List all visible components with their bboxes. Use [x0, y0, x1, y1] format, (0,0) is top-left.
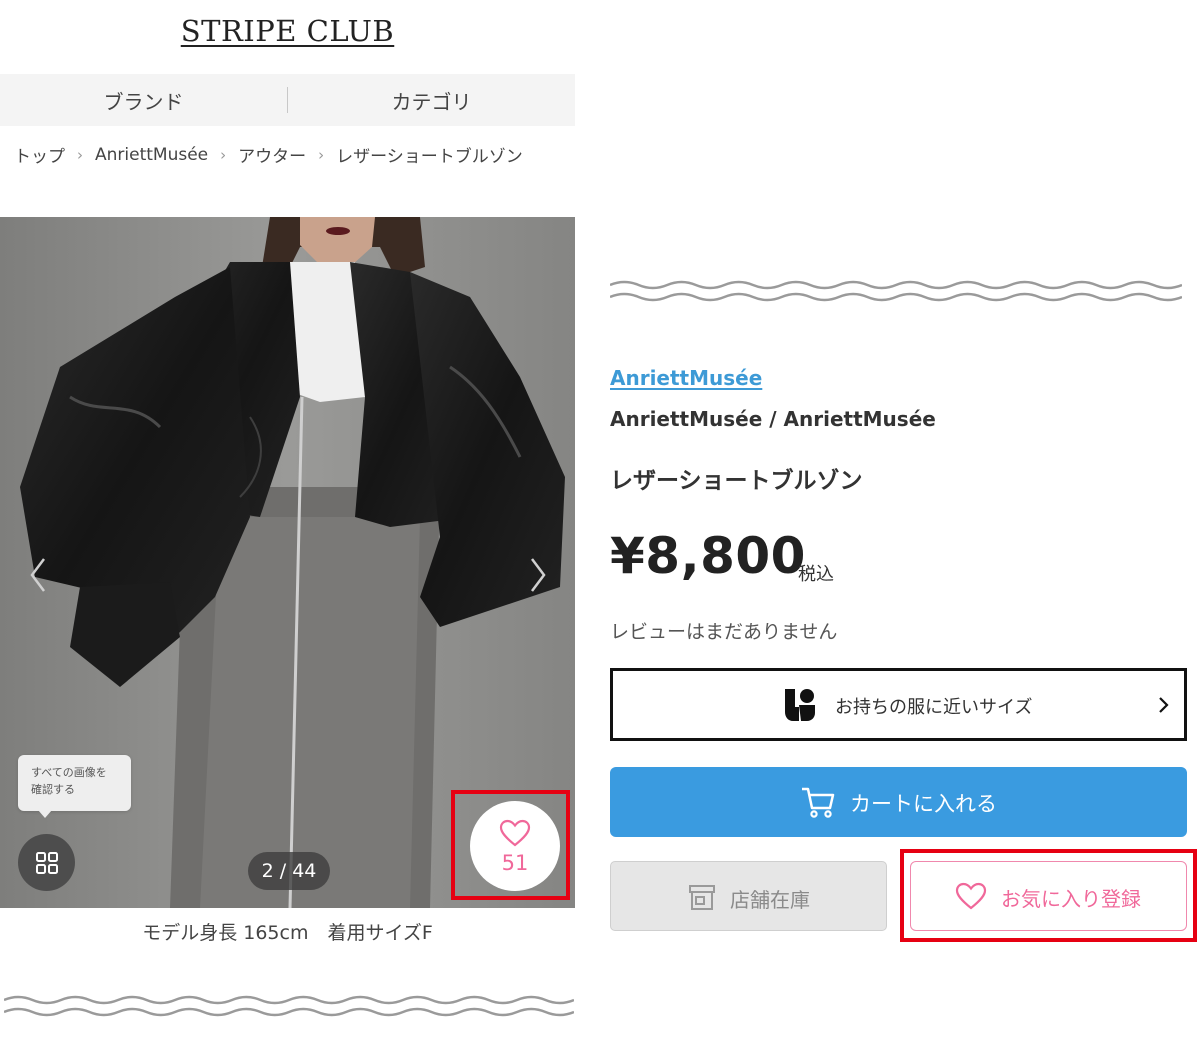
nav-brand[interactable]: ブランド [0, 86, 287, 115]
store-icon [689, 885, 715, 910]
review-status: レビューはまだありません [610, 621, 838, 643]
cart-button-label: カートに入れる [850, 792, 997, 816]
model-info-caption: モデル身長 165cm 着用サイズF [142, 922, 433, 944]
product-price: ¥8,800 [610, 527, 806, 585]
breadcrumb-category[interactable]: アウター [238, 142, 306, 167]
breadcrumb-separator-icon: › [77, 145, 83, 164]
view-all-images-tooltip: すべての画像を 確認する [18, 755, 131, 818]
add-to-favorites-button[interactable]: お気に入り登録 [910, 861, 1187, 931]
brand-link[interactable]: AnriettMusée [610, 366, 762, 390]
grid-icon [35, 851, 58, 874]
add-to-cart-button[interactable]: カートに入れる [610, 767, 1187, 837]
tooltip-line: 確認する [31, 783, 75, 796]
site-logo[interactable]: STRIPE CLUB [0, 14, 575, 48]
next-image-arrow-icon[interactable] [526, 555, 550, 595]
nav-category[interactable]: カテゴリ [288, 86, 575, 115]
size-recommendation-button[interactable]: お持ちの服に近いサイズ [610, 668, 1187, 741]
size-service-logo-icon [785, 689, 815, 721]
tax-label: 税込 [798, 564, 834, 585]
breadcrumb-top[interactable]: トップ [14, 142, 65, 167]
product-gallery-panel: STRIPE CLUB ブランド カテゴリ トップ › AnriettMusée… [0, 0, 575, 1043]
chevron-right-icon [1159, 697, 1169, 713]
cart-icon [802, 787, 835, 818]
breadcrumb-separator-icon: › [220, 145, 227, 164]
store-stock-label: 店舗在庫 [730, 888, 810, 912]
main-nav: ブランド カテゴリ [0, 74, 575, 126]
breadcrumb-separator-icon: › [318, 145, 325, 164]
size-button-label: お持ちの服に近いサイズ [835, 697, 1033, 718]
product-title: レザーショートブルゾン [610, 468, 863, 494]
image-counter: 2 / 44 [248, 852, 330, 890]
wave-divider [4, 995, 574, 1017]
favorite-badge-button[interactable]: 51 [470, 801, 560, 891]
store-stock-button[interactable]: 店舗在庫 [610, 861, 887, 931]
prev-image-arrow-icon[interactable] [26, 555, 50, 595]
wave-divider [610, 280, 1182, 302]
breadcrumb-current: レザーショートブルゾン [336, 147, 523, 167]
breadcrumb: トップ › AnriettMusée › アウター › レザーショートブルゾン [14, 142, 523, 168]
view-all-images-button[interactable] [18, 834, 75, 891]
heart-icon [955, 882, 987, 910]
brand-line: AnriettMusée / AnriettMusée [610, 407, 936, 431]
favorite-count: 51 [501, 851, 529, 875]
favorite-button-label: お気に入り登録 [1001, 887, 1141, 911]
heart-icon [499, 819, 531, 847]
breadcrumb-brand[interactable]: AnriettMusée [95, 145, 208, 165]
tooltip-line: すべての画像を [31, 766, 107, 779]
